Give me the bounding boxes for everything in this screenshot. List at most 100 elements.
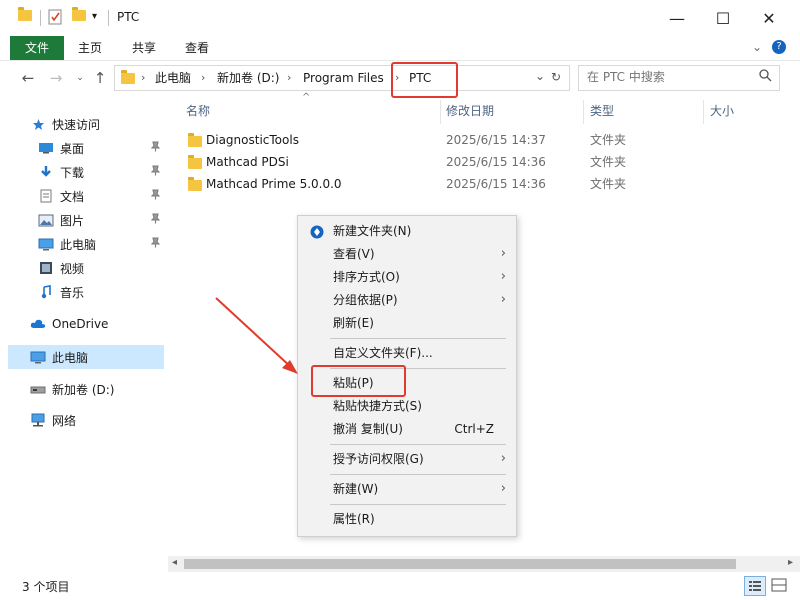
address-dropdown-icon[interactable]: ⌄ — [535, 69, 545, 83]
menu-item-view[interactable]: 查看(V) › — [300, 243, 514, 265]
sidebar-item-computer[interactable]: 此电脑 — [8, 232, 164, 256]
menu-item-sort[interactable]: 排序方式(O) › — [300, 266, 514, 288]
recent-locations-button[interactable]: ⌄ — [70, 68, 90, 88]
pin-icon[interactable] — [150, 141, 161, 155]
scroll-left-icon[interactable]: ◂ — [172, 557, 177, 568]
new-folder-icon[interactable] — [72, 7, 86, 21]
tab-share[interactable]: 共享 — [122, 36, 166, 60]
nav-this-pc[interactable]: 此电脑 — [8, 345, 164, 369]
horizontal-scrollbar[interactable]: ◂ ▸ — [168, 556, 800, 572]
computer-icon — [38, 236, 54, 252]
sidebar-item-download[interactable]: 下载 — [8, 160, 164, 184]
submenu-arrow-icon: › — [500, 246, 506, 261]
submenu-arrow-icon: › — [500, 292, 506, 307]
desktop-icon — [38, 140, 54, 156]
nav-network[interactable]: 网络 — [8, 408, 164, 432]
annotation-highlight-ptc — [391, 62, 458, 98]
search-input[interactable] — [579, 66, 765, 88]
back-button[interactable]: ← — [18, 68, 38, 88]
file-type: 文件夹 — [590, 133, 627, 147]
file-row[interactable]: Mathcad PDSi 2025/6/15 14:36 文件夹 — [180, 151, 740, 173]
folder-icon[interactable] — [18, 7, 32, 21]
item-count: 3 个项目 — [22, 580, 70, 594]
search-box — [578, 65, 780, 91]
menu-item-paste-shortcut[interactable]: 粘贴快捷方式(S) — [300, 395, 514, 417]
column-size[interactable]: 大小 — [710, 100, 734, 122]
pin-icon[interactable] — [150, 237, 161, 251]
file-name: Mathcad PDSi — [206, 155, 289, 169]
column-name[interactable]: 名称 — [186, 100, 210, 122]
ribbon-expand-icon[interactable]: ⌄ — [752, 40, 762, 54]
nav-onedrive[interactable]: OneDrive — [8, 312, 164, 336]
search-icon[interactable] — [759, 69, 772, 85]
nav-drive-d[interactable]: 新加卷 (D:) — [8, 377, 164, 401]
file-row[interactable]: DiagnosticTools 2025/6/15 14:37 文件夹 — [180, 129, 740, 151]
nav-label: 视频 — [60, 261, 85, 276]
cloud-icon — [30, 316, 46, 332]
maximize-button[interactable]: ☐ — [700, 0, 746, 36]
music-icon — [38, 284, 54, 300]
computer-icon — [30, 349, 46, 365]
address-bar[interactable]: › 此电脑 › 新加卷 (D:) › Program Files › PTC ⌄… — [114, 65, 570, 91]
nav-label: 图片 — [60, 213, 85, 228]
nav-label: 文档 — [60, 189, 85, 204]
menu-item-new-folder[interactable]: 新建文件夹(N) — [300, 220, 514, 242]
file-type: 文件夹 — [590, 155, 627, 169]
file-row[interactable]: Mathcad Prime 5.0.0.0 2025/6/15 14:36 文件夹 — [180, 173, 740, 195]
shortcut-label: Ctrl+Z — [454, 422, 494, 436]
sidebar-item-music[interactable]: 音乐 — [8, 280, 164, 304]
sidebar-item-desktop[interactable]: 桌面 — [8, 136, 164, 160]
menu-item-group[interactable]: 分组依据(P) › — [300, 289, 514, 311]
status-bar: 3 个项目 — [0, 574, 800, 600]
scrollbar-thumb[interactable] — [184, 559, 736, 569]
nav-label: 音乐 — [60, 285, 85, 300]
large-icons-view-icon[interactable] — [770, 577, 788, 593]
submenu-arrow-icon: › — [500, 481, 506, 496]
column-type[interactable]: 类型 — [590, 100, 614, 122]
menu-item-refresh[interactable]: 刷新(E) — [300, 312, 514, 334]
file-name: DiagnosticTools — [206, 133, 299, 147]
folder-icon — [121, 70, 135, 84]
column-date[interactable]: 修改日期 — [446, 100, 494, 122]
pin-icon[interactable] — [150, 213, 161, 227]
download-icon — [38, 164, 54, 180]
nav-quick-access[interactable]: 快速访问 — [8, 112, 164, 136]
details-view-icon[interactable] — [744, 576, 766, 596]
pin-icon[interactable] — [150, 189, 161, 203]
file-date: 2025/6/15 14:37 — [446, 133, 546, 147]
refresh-icon[interactable]: ↻ — [551, 70, 561, 84]
drive-icon — [30, 381, 46, 397]
close-button[interactable]: ✕ — [746, 0, 792, 36]
up-button[interactable]: ↑ — [90, 68, 110, 88]
menu-item-customize-folder[interactable]: 自定义文件夹(F)... — [300, 342, 514, 364]
tab-file[interactable]: 文件 — [10, 36, 64, 60]
breadcrumb-drive[interactable]: 新加卷 (D:) — [217, 66, 279, 90]
tab-home[interactable]: 主页 — [70, 36, 110, 60]
sidebar-item-video[interactable]: 视频 — [8, 256, 164, 280]
customize-qat-icon[interactable]: ▾ — [92, 11, 97, 22]
tab-view[interactable]: 查看 — [176, 36, 218, 60]
folder-icon — [188, 155, 202, 169]
document-icon — [38, 188, 54, 204]
submenu-arrow-icon: › — [500, 451, 506, 466]
properties-icon[interactable] — [48, 9, 62, 28]
forward-button[interactable]: → — [46, 68, 66, 88]
breadcrumb-this-pc[interactable]: 此电脑 — [155, 66, 191, 90]
menu-item-new[interactable]: 新建(W) › — [300, 478, 514, 500]
picture-icon — [38, 212, 54, 228]
scroll-right-icon[interactable]: ▸ — [788, 557, 793, 568]
menu-item-undo-copy[interactable]: 撤消 复制(U) Ctrl+Z — [300, 418, 514, 440]
title-bar: ▾ PTC — ☐ ✕ — [0, 0, 800, 36]
help-icon[interactable]: ? — [772, 40, 786, 54]
nav-label: 桌面 — [60, 141, 85, 156]
file-type: 文件夹 — [590, 177, 627, 191]
breadcrumb-program-files[interactable]: Program Files — [303, 66, 384, 90]
menu-item-grant-access[interactable]: 授予访问权限(G) › — [300, 448, 514, 470]
pin-icon[interactable] — [150, 165, 161, 179]
window-title: PTC — [117, 10, 140, 24]
minimize-button[interactable]: — — [654, 0, 700, 36]
sidebar-item-document[interactable]: 文档 — [8, 184, 164, 208]
sidebar-item-picture[interactable]: 图片 — [8, 208, 164, 232]
menu-item-properties[interactable]: 属性(R) — [300, 508, 514, 530]
nav-label: 此电脑 — [52, 350, 89, 365]
